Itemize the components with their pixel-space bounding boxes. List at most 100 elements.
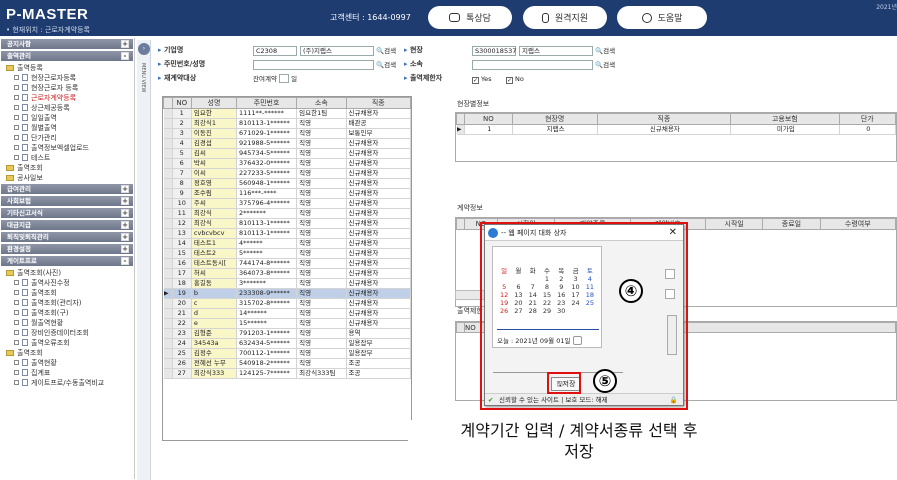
toggle-icon[interactable]: + — [121, 40, 129, 48]
table-row[interactable]: 7 이씨 227233-5****** 직영 신규채용자 — [163, 168, 412, 179]
sidebar-item[interactable]: 집계표 — [0, 368, 134, 378]
company-search-button[interactable]: 🔍검색 — [376, 46, 396, 56]
sidebar-item[interactable]: 출역오류조회 — [0, 338, 134, 348]
sidebar-item[interactable]: 출역등록 — [0, 63, 134, 73]
table-row[interactable]: 16 테스트동시[744174-8****** 직영 신규채용자 — [163, 258, 412, 269]
site-code-input[interactable]: S300018537 — [472, 46, 516, 56]
table-cell: 최강식333 — [191, 368, 238, 379]
table-row[interactable]: 8 정호영 560948-1****** 직영 신규채용자 — [163, 178, 412, 189]
grid-header[interactable]: 소속 — [296, 97, 347, 109]
site-name-input[interactable]: 지랩스 — [519, 46, 593, 56]
sidebar-item[interactable]: 출역조회(관리자) — [0, 298, 134, 308]
grid-header[interactable]: 주민번호 — [235, 97, 298, 109]
table-row[interactable]: 5 김씨 945734-5****** 직영 신규채용자 — [163, 148, 412, 159]
table-row[interactable]: 21 d 14****** 직영 신규채용자 — [163, 308, 412, 319]
table-row[interactable]: 2 최강식1 810113-1****** 직영 배관공 — [163, 118, 412, 129]
sidebar-item[interactable]: 테스트 — [0, 153, 134, 163]
help-button[interactable]: 도움말 — [617, 6, 707, 29]
collapse-arrow-icon[interactable]: › — [138, 43, 150, 55]
site-header[interactable]: 현장명 — [511, 113, 598, 125]
table-row[interactable]: 6 박씨 376432-0****** 직영 신규채용자 — [163, 158, 412, 169]
table-row[interactable]: 13 cvbcvbcv 810113-1****** 직영 신규채용자 — [163, 228, 412, 239]
sidebar-section[interactable]: 기타신고서식 + — [1, 208, 133, 218]
toggle-icon[interactable]: - — [121, 257, 129, 265]
sidebar-item[interactable]: 현장근로자 등록 — [0, 83, 134, 93]
site-header[interactable]: 직종 — [596, 113, 732, 125]
table-row[interactable]: 20 c 315702-8****** 직영 신규채용자 — [163, 298, 412, 309]
resident-input[interactable] — [253, 60, 374, 70]
sidebar-item[interactable]: 상근제공등록 — [0, 103, 134, 113]
table-row[interactable]: 23 김형준 791203-1****** 직영 용역 — [163, 328, 412, 339]
toggle-icon[interactable]: + — [121, 245, 129, 253]
resident-search-button[interactable]: 🔍검색 — [376, 60, 396, 70]
table-row[interactable]: 17 허씨 364073-8****** 직영 신규채용자 — [163, 268, 412, 279]
toggle-icon[interactable]: + — [121, 185, 129, 193]
sidebar-item[interactable]: 일일출역 — [0, 113, 134, 123]
sidebar-item[interactable]: 출역조회 — [0, 163, 134, 173]
limit-no-checkbox[interactable]: ✓ No — [506, 74, 524, 84]
grid-header[interactable]: NO — [171, 97, 192, 109]
toggle-icon[interactable]: + — [121, 233, 129, 241]
table-row[interactable]: 14 테스트1 4****** 직영 신규채용자 — [163, 238, 412, 249]
site-header[interactable]: 고용보험 — [730, 113, 840, 125]
toggle-icon[interactable]: + — [121, 209, 129, 217]
toggle-icon[interactable]: + — [121, 221, 129, 229]
site-header[interactable]: NO — [464, 113, 513, 125]
limit-yes-checkbox[interactable]: ✓ Yes — [472, 74, 492, 84]
toggle-icon[interactable]: + — [121, 197, 129, 205]
contract-header[interactable]: 종료일 — [762, 218, 821, 230]
sidebar-section[interactable]: 퇴직및퇴직관리 + — [1, 232, 133, 242]
sidebar-item[interactable]: 출역사진수정 — [0, 278, 134, 288]
sidebar-item[interactable]: 출역조회 — [0, 348, 134, 358]
site-header[interactable]: 단가 — [838, 113, 897, 125]
table-row[interactable]: 25 김정수 700112-1****** 직영 일용잡부 — [163, 348, 412, 359]
sidebar-section[interactable]: 대금지급 + — [1, 220, 133, 230]
table-row[interactable]: 24 34543a 632434-5****** 직영 일용잡부 — [163, 338, 412, 349]
sidebar-item[interactable]: 장비인증데이터조회 — [0, 328, 134, 338]
sidebar-item[interactable]: 단가관리 — [0, 133, 134, 143]
sidebar-item[interactable]: 월별출역 — [0, 123, 134, 133]
table-row[interactable]: 12 최강식 810113-1****** 직영 신규채용자 — [163, 218, 412, 229]
sidebar-section[interactable]: 게이트프로 - — [1, 256, 133, 266]
table-row[interactable]: 9 조수림 116***-**** 직영 신규채용자 — [163, 188, 412, 199]
sidebar-item[interactable]: 현장근로자등록 — [0, 73, 134, 83]
table-row[interactable]: 26 전혜선 누무 540918-2****** 직영 조공 — [163, 358, 412, 369]
sidebar-item[interactable]: 근로자계약등록 — [0, 93, 134, 103]
sidebar-item[interactable]: 출역조회(사진) — [0, 268, 134, 278]
chat-consult-button[interactable]: 톡상담 — [428, 6, 512, 29]
sidebar-item[interactable]: 출역조회(구) — [0, 308, 134, 318]
contract-header[interactable]: 시작일 — [705, 218, 764, 230]
table-row[interactable]: 1 임요한 1111**-****** 임요한1팀 신규채용자 — [163, 108, 412, 119]
sidebar-section[interactable]: 출역관리 - — [1, 51, 133, 61]
sidebar-item[interactable]: 출역조회 — [0, 288, 134, 298]
remote-support-button[interactable]: 원격지원 — [523, 6, 607, 29]
sidebar-section[interactable]: 환경설정 + — [1, 244, 133, 254]
sidebar-section[interactable]: 사회보험 + — [1, 196, 133, 206]
table-row[interactable]: 27 최강식333 124125-7****** 최강식333팀 조공 — [163, 368, 412, 379]
table-row[interactable]: 15 테스트2 5****** 직영 신규채용자 — [163, 248, 412, 259]
sidebar-item[interactable]: 게이트프로/수동출역비교 — [0, 378, 134, 388]
affiliation-search-button[interactable]: 🔍검색 — [595, 60, 615, 70]
table-row[interactable]: 11 최강식 2******* 직영 신규채용자 — [163, 208, 412, 219]
grid-header[interactable]: 성명 — [190, 97, 238, 109]
sidebar-section[interactable]: 공지사항 + — [1, 39, 133, 49]
contract-header[interactable]: 수령여부 — [819, 218, 897, 230]
affiliation-input[interactable] — [472, 60, 593, 70]
table-row[interactable]: ▶ 19 b 233308-9****** 직영 신규채용자 — [163, 288, 412, 299]
remaining-days-input[interactable] — [279, 74, 289, 83]
table-row[interactable]: 18 홍길동 3******* 직영 신규채용자 — [163, 278, 412, 289]
table-row[interactable]: 10 주씨 375796-4****** 직영 신규채용자 — [163, 198, 412, 209]
site-search-button[interactable]: 🔍검색 — [595, 46, 615, 56]
company-code-input[interactable]: C2308 — [253, 46, 297, 56]
sidebar-section[interactable]: 급여관리 + — [1, 184, 133, 194]
grid-header[interactable]: 직종 — [345, 97, 412, 109]
sidebar-item[interactable]: 월출역현황 — [0, 318, 134, 328]
sidebar-item[interactable]: 출역현황 — [0, 358, 134, 368]
table-row[interactable]: 22 e 15****** 직영 신규채용자 — [163, 318, 412, 329]
company-name-input[interactable]: (주)지랩스 — [300, 46, 374, 56]
table-row[interactable]: 3 이동진 671029-1****** 직영 보통인부 — [163, 128, 412, 139]
table-row[interactable]: 4 김경섭 921988-5****** 직영 신규채용자 — [163, 138, 412, 149]
toggle-icon[interactable]: - — [121, 52, 129, 60]
sidebar-item[interactable]: 출역정보엑셀업로드 — [0, 143, 134, 153]
sidebar-item[interactable]: 공사일보 — [0, 173, 134, 183]
